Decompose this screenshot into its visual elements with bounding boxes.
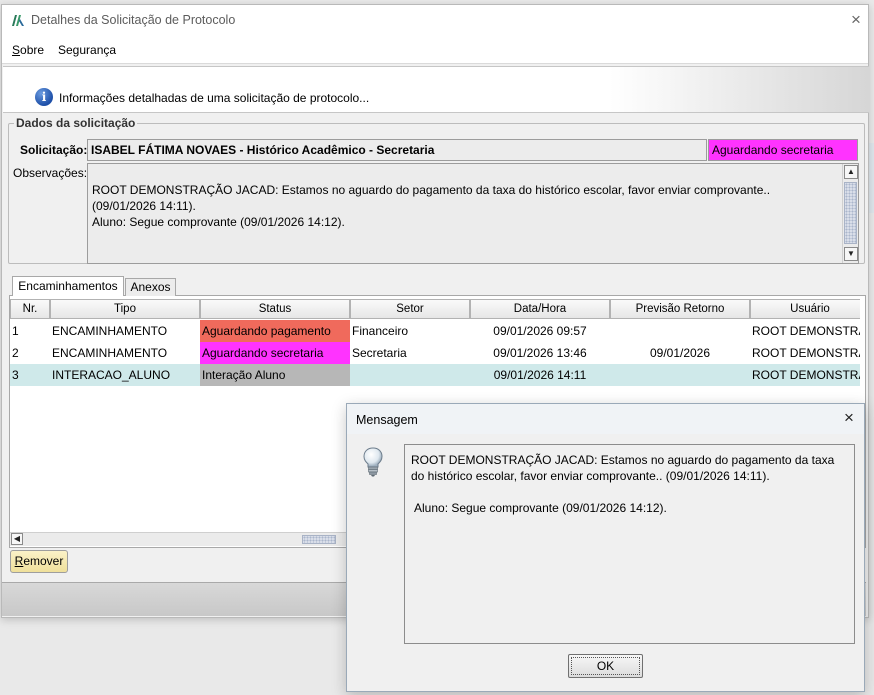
column-header-previsao[interactable]: Previsão Retorno	[610, 299, 750, 319]
info-icon: i	[35, 88, 53, 106]
remover-button[interactable]: Remover	[10, 550, 68, 573]
cell-usuario: ROOT DEMONSTRAÇÃO	[752, 346, 860, 360]
cell-setor: Financeiro	[352, 324, 409, 338]
info-banner: i Informações detalhadas de uma solicita…	[3, 66, 869, 113]
cell-tipo: INTERACAO_ALUNO	[52, 368, 171, 382]
cell-usuario: ROOT DEMONSTRAÇÃO	[752, 368, 860, 382]
scrollbar-thumb[interactable]	[302, 535, 336, 544]
scroll-down-arrow-icon[interactable]: ▼	[844, 247, 858, 261]
cell-status: Aguardando pagamento	[200, 320, 350, 342]
observacoes-line: Aluno: Segue comprovante (09/01/2026 14:…	[92, 215, 345, 229]
menu-sobre-mnemonic: S	[12, 43, 21, 57]
scroll-left-arrow-icon[interactable]: ◀	[11, 533, 23, 545]
message-dialog: Mensagem × ROOT DEMONSTRAÇÃO JACAD: Esta…	[346, 403, 865, 692]
dialog-title: Mensagem	[356, 413, 418, 427]
menu-sobre-label: obre	[20, 43, 45, 57]
observacoes-textarea[interactable]: ROOT DEMONSTRAÇÃO JACAD: Estamos no agua…	[87, 163, 859, 264]
scrollbar-thumb[interactable]	[844, 182, 857, 244]
table-row[interactable]: 2 ENCAMINHAMENTO Aguardando secretaria S…	[10, 342, 860, 364]
cell-data-hora: 09/01/2026 13:46	[493, 346, 587, 360]
cell-nr: 3	[12, 368, 19, 382]
info-banner-text: Informações detalhadas de uma solicitaçã…	[59, 91, 370, 105]
column-header-status[interactable]: Status	[200, 299, 350, 319]
dialog-close-button[interactable]: ×	[838, 408, 860, 430]
cell-status: Aguardando secretaria	[200, 342, 350, 364]
column-header-nr[interactable]: Nr.	[10, 299, 50, 319]
solicitacao-label: Solicitação:	[20, 143, 88, 157]
dialog-message-line: ROOT DEMONSTRAÇÃO JACAD: Estamos no agua…	[411, 453, 835, 483]
cell-tipo: ENCAMINHAMENTO	[52, 346, 168, 360]
dialog-message-line: Aluno: Segue comprovante (09/01/2026 14:…	[414, 501, 667, 515]
cell-setor: Secretaria	[352, 346, 407, 360]
solicitacao-field[interactable]: ISABEL FÁTIMA NOVAES - Histórico Acadêmi…	[87, 139, 707, 161]
column-header-tipo[interactable]: Tipo	[50, 299, 200, 319]
ok-button[interactable]: OK	[568, 654, 643, 678]
menu-seguranca-label: Segurança	[58, 43, 117, 57]
menu-sobre[interactable]: Sobre	[12, 43, 44, 57]
cell-setor	[350, 364, 470, 386]
observacoes-line: ROOT DEMONSTRAÇÃO JACAD: Estamos no agua…	[92, 183, 771, 213]
observacoes-scrollbar[interactable]: ▲ ▼	[842, 164, 858, 263]
cell-previsao: 09/01/2026	[649, 346, 711, 360]
status-badge: Aguardando secretaria	[708, 139, 858, 161]
column-header-setor[interactable]: Setor	[350, 299, 470, 319]
tab-encaminhamentos[interactable]: Encaminhamentos	[12, 276, 124, 296]
group-title: Dados da solicitação	[14, 116, 138, 130]
scroll-up-arrow-icon[interactable]: ▲	[844, 165, 858, 179]
tab-anexos[interactable]: Anexos	[125, 278, 176, 296]
observacoes-label: Observações:	[13, 166, 88, 180]
window-title: Detalhes da Solicitação de Protocolo	[31, 13, 236, 27]
cell-status: Interação Aluno	[200, 364, 350, 386]
title-bar[interactable]: Detalhes da Solicitação de Protocolo ×	[2, 5, 868, 37]
cell-usuario: ROOT DEMONSTRAÇÃO	[752, 324, 860, 338]
menu-bar: Sobre Segurança	[2, 37, 868, 64]
app-logo-icon	[12, 15, 24, 26]
cell-tipo: ENCAMINHAMENTO	[52, 324, 168, 338]
cell-data-hora: 09/01/2026 14:11	[493, 368, 587, 382]
observacoes-text: ROOT DEMONSTRAÇÃO JACAD: Estamos no agua…	[92, 182, 837, 230]
cell-previsao	[610, 320, 750, 342]
cell-data-hora: 09/01/2026 09:57	[493, 324, 587, 338]
table-row[interactable]: 1 ENCAMINHAMENTO Aguardando pagamento Fi…	[10, 320, 860, 342]
close-window-button[interactable]: ×	[845, 10, 867, 32]
cell-nr: 2	[12, 346, 19, 360]
menu-seguranca[interactable]: Segurança	[58, 43, 116, 57]
remover-label: emover	[23, 554, 64, 568]
cell-previsao	[610, 364, 750, 386]
dialog-message: ROOT DEMONSTRAÇÃO JACAD: Estamos no agua…	[404, 444, 855, 644]
column-header-usuario[interactable]: Usuário	[750, 299, 860, 319]
table-row-selected[interactable]: 3 INTERACAO_ALUNO Interação Aluno 09/01/…	[10, 364, 860, 386]
cell-nr: 1	[12, 324, 19, 338]
lightbulb-icon	[363, 447, 383, 477]
dialog-title-bar[interactable]: Mensagem ×	[347, 404, 864, 434]
column-header-data-hora[interactable]: Data/Hora	[470, 299, 610, 319]
